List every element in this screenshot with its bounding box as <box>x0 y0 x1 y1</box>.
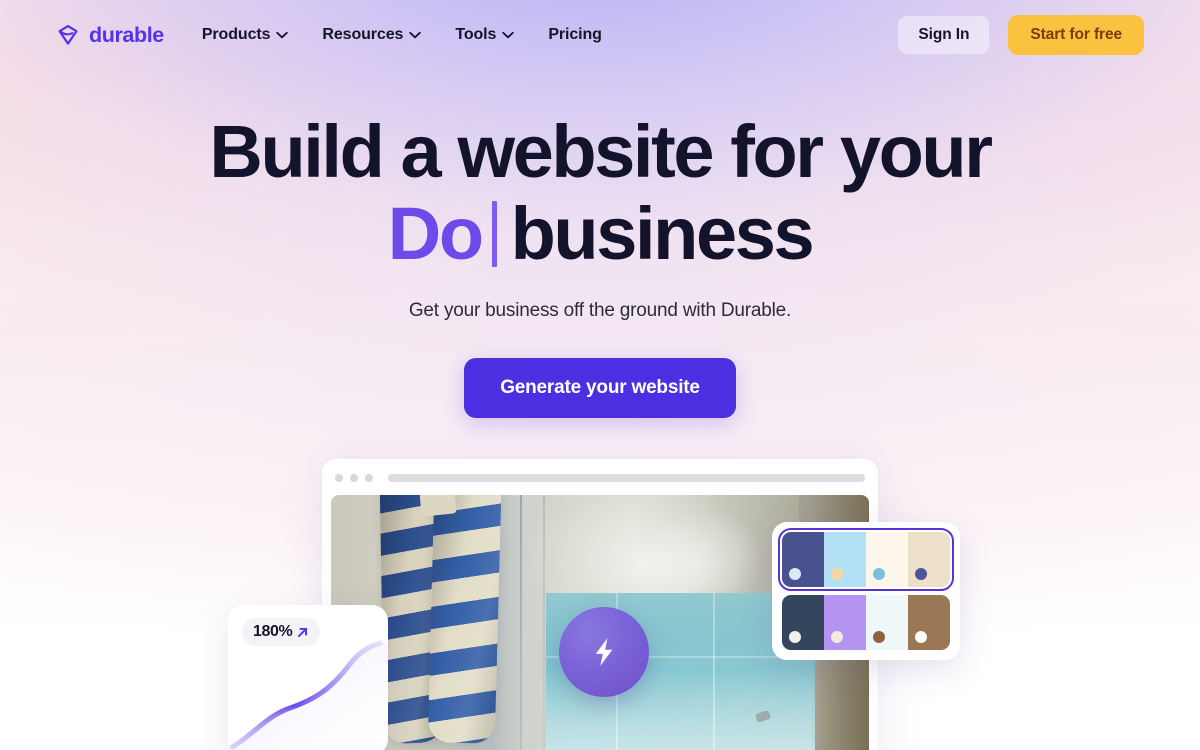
page-title-line-2: Do business <box>0 191 1200 275</box>
palette-dot <box>831 568 843 580</box>
palette-dot <box>915 568 927 580</box>
nav-label: Pricing <box>548 26 602 43</box>
headline-remainder: business <box>510 191 815 275</box>
diamond-gem-icon <box>56 23 80 47</box>
growth-curve-chart <box>228 640 388 750</box>
palette-swatch[interactable] <box>908 532 950 587</box>
lightning-bolt-icon <box>587 635 621 669</box>
hero-section: Build a website for your Do business Get… <box>0 70 1200 418</box>
palette-swatch[interactable] <box>782 532 824 587</box>
sign-in-button[interactable]: Sign In <box>898 16 990 54</box>
palette-swatch[interactable] <box>908 595 950 650</box>
stats-card: 180% <box>228 605 388 750</box>
generate-website-button[interactable]: Generate your website <box>464 357 736 418</box>
typed-word: Do <box>387 191 484 275</box>
towel-graphic <box>379 495 514 745</box>
start-for-free-button[interactable]: Start for free <box>1008 15 1144 55</box>
palette-swatch[interactable] <box>866 595 908 650</box>
chevron-down-icon <box>409 31 422 39</box>
window-dot-close <box>335 474 343 482</box>
window-dot-minimize <box>350 474 358 482</box>
palette-dot <box>873 568 885 580</box>
chevron-down-icon <box>276 31 289 39</box>
page-title-line-1: Build a website for your <box>209 110 993 193</box>
chevron-down-icon <box>502 31 515 39</box>
header-actions: Sign In Start for free <box>898 15 1144 55</box>
palette-row[interactable] <box>782 595 950 650</box>
nav-label: Products <box>201 26 271 43</box>
palette-dot <box>789 568 801 580</box>
window-dot-maximize <box>365 474 373 482</box>
nav-label: Tools <box>455 26 497 43</box>
palette-swatch[interactable] <box>824 595 866 650</box>
arrow-up-right-icon <box>295 625 310 640</box>
nav-item-resources[interactable]: Resources <box>322 26 422 44</box>
palette-dot <box>789 631 801 643</box>
brand-name: durable <box>89 22 164 47</box>
palette-dot <box>915 631 927 643</box>
main-navigation: Products Resources Tools Pricing <box>202 26 602 44</box>
nav-item-pricing[interactable]: Pricing <box>548 26 602 44</box>
palette-swatch[interactable] <box>824 532 866 587</box>
browser-url-bar[interactable] <box>388 474 865 482</box>
hero-subtitle: Get your business off the ground with Du… <box>408 299 792 321</box>
palette-dot <box>831 631 843 643</box>
palette-dot <box>873 631 885 643</box>
browser-chrome <box>331 468 869 488</box>
brand-logo[interactable]: durable <box>56 23 164 48</box>
nav-item-tools[interactable]: Tools <box>455 26 515 44</box>
palette-swatch[interactable] <box>866 532 908 587</box>
lightning-bolt-badge[interactable] <box>559 607 649 697</box>
typing-caret <box>491 200 497 267</box>
color-palette-card <box>772 522 960 660</box>
nav-label: Resources <box>322 26 404 43</box>
palette-swatch[interactable] <box>782 595 824 650</box>
site-header: durable Products Resources Tools Pricing… <box>0 0 1200 70</box>
nav-item-products[interactable]: Products <box>202 26 289 44</box>
growth-value: 180% <box>253 623 293 640</box>
palette-row-selected[interactable] <box>777 527 955 592</box>
